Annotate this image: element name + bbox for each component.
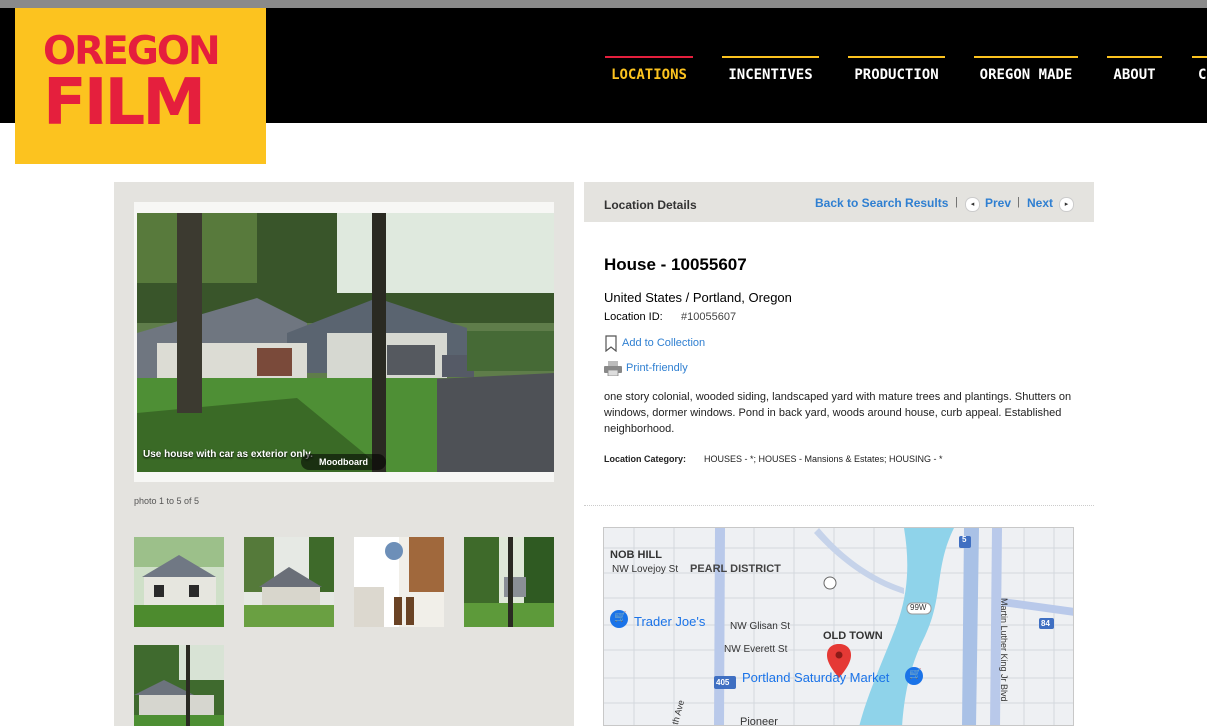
nav-oregon-made-label: OREGON MADE xyxy=(979,67,1073,83)
photo-count: photo 1 to 5 of 5 xyxy=(134,496,200,506)
nav-oregon-made[interactable]: OREGON MADE xyxy=(974,56,1078,96)
print-friendly-link[interactable]: Print-friendly xyxy=(626,362,688,374)
bookmark-icon[interactable] xyxy=(604,335,618,357)
photo-caption: Use house with car as exterior only. xyxy=(143,449,313,460)
cart-icon: 🛒 xyxy=(614,612,627,623)
back-to-search-link[interactable]: Back to Search Results xyxy=(815,196,948,210)
logo-line-2: FILM xyxy=(43,66,206,140)
map-label-saturday-market[interactable]: Portland Saturday Market xyxy=(742,670,889,685)
location-details-bar: Location Details Back to Search Results … xyxy=(584,182,1094,222)
separator: | xyxy=(955,196,958,208)
location-id-value: #10055607 xyxy=(681,311,737,323)
thumbnail-3[interactable] xyxy=(354,537,444,627)
map-label-mlk: Martin Luther King Jr Blvd xyxy=(999,598,1009,702)
location-id-label: Location ID: xyxy=(604,311,663,323)
location-place: United States / Portland, Oregon xyxy=(604,290,792,305)
prev-arrow-icon[interactable]: ◂ xyxy=(965,197,980,212)
nav-about[interactable]: ABOUT xyxy=(1107,56,1162,96)
divider xyxy=(584,505,1094,506)
nav-production[interactable]: PRODUCTION xyxy=(848,56,945,96)
location-map[interactable]: NOB HILL NW Lovejoy St PEARL DISTRICT Tr… xyxy=(603,527,1074,726)
location-category-label: Location Category: xyxy=(604,454,687,464)
add-to-collection-link[interactable]: Add to Collection xyxy=(622,337,705,349)
browser-top-strip xyxy=(0,0,1207,8)
separator: | xyxy=(1017,196,1020,208)
map-shield-5: 5 xyxy=(962,535,967,544)
map-shield-84: 84 xyxy=(1041,619,1050,628)
map-label-pearl: PEARL DISTRICT xyxy=(690,563,781,575)
map-label-old-town: OLD TOWN xyxy=(823,630,883,642)
nav-incentives-label: INCENTIVES xyxy=(728,67,813,83)
nav-production-label: PRODUCTION xyxy=(854,67,939,83)
nav-truncated[interactable]: C xyxy=(1192,56,1207,96)
oregon-film-logo[interactable]: OREGON FILM xyxy=(15,8,266,164)
printer-icon[interactable] xyxy=(604,361,622,381)
next-link[interactable]: Next xyxy=(1027,196,1053,210)
cart-icon: 🛒 xyxy=(909,669,922,680)
next-arrow-icon[interactable]: ▸ xyxy=(1059,197,1074,212)
map-label-trader-joes[interactable]: Trader Joe's xyxy=(634,614,705,629)
nav-incentives[interactable]: INCENTIVES xyxy=(722,56,819,96)
thumbnail-1[interactable] xyxy=(134,537,224,627)
nav-locations[interactable]: LOCATIONS xyxy=(605,56,693,96)
prev-link[interactable]: Prev xyxy=(985,196,1011,210)
map-shield-405: 405 xyxy=(716,678,730,687)
map-label-lovejoy: NW Lovejoy St xyxy=(612,564,679,575)
map-pin-icon[interactable] xyxy=(832,645,846,659)
nav-locations-label: LOCATIONS xyxy=(611,67,687,83)
location-description: one story colonial, wooded siding, lands… xyxy=(604,391,1072,435)
location-category-value: HOUSES - *; HOUSES - Mansions & Estates;… xyxy=(704,454,943,464)
main-photo-frame: Use house with car as exterior only. Moo… xyxy=(134,202,554,482)
nav-truncated-label: C xyxy=(1198,67,1207,83)
thumbnail-4[interactable] xyxy=(464,537,554,627)
main-photo[interactable]: Use house with car as exterior only. Moo… xyxy=(137,213,554,472)
map-label-nob-hill: NOB HILL xyxy=(610,549,662,561)
thumbnail-2[interactable] xyxy=(244,537,334,627)
location-title: House - 10055607 xyxy=(604,255,747,274)
location-details-label: Location Details xyxy=(604,198,697,212)
moodboard-button[interactable]: Moodboard xyxy=(301,454,386,470)
map-shield-99w: 99W xyxy=(910,603,927,612)
thumbnail-5[interactable] xyxy=(134,645,224,726)
map-label-pioneer: Pioneer xyxy=(740,716,778,726)
map-label-everett: NW Everett St xyxy=(724,644,788,655)
map-label-glisan: NW Glisan St xyxy=(730,621,791,632)
nav-about-label: ABOUT xyxy=(1113,67,1156,83)
